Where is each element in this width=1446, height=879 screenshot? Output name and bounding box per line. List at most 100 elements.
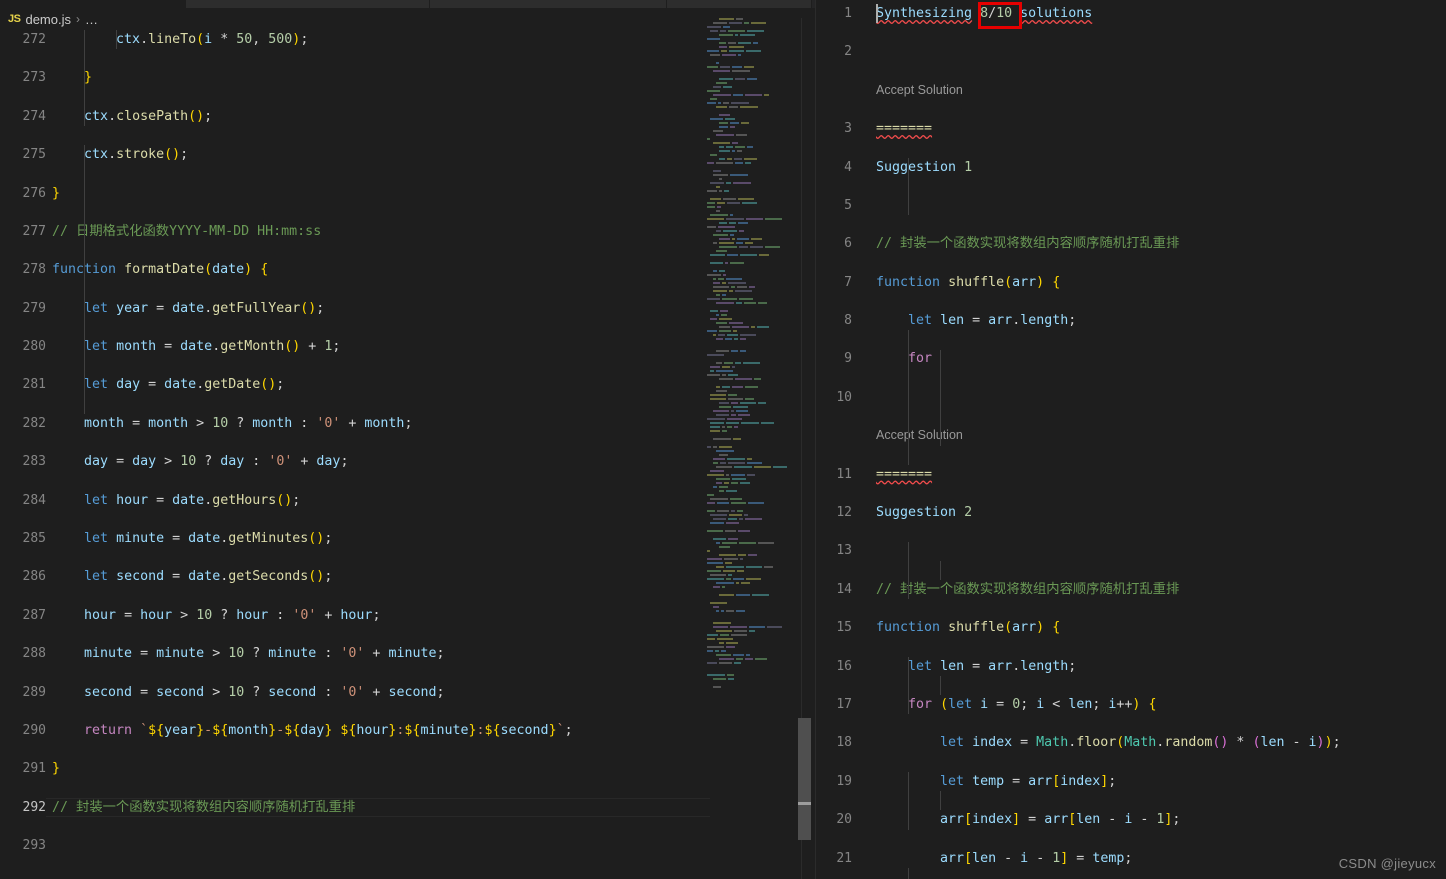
code-line[interactable]: 8 let len = arr.length; [816, 311, 1446, 330]
line-content[interactable]: ======= [876, 465, 932, 484]
code-line[interactable]: 277 // 日期格式化函数YYYY-MM-DD HH:mm:ss [0, 222, 815, 241]
code-line[interactable]: 279 let year = date.getFullYear(); [0, 299, 815, 318]
code-line[interactable]: 275 ctx.stroke(); [0, 145, 815, 164]
line-content[interactable]: Synthesizing 8/10 solutions [876, 4, 1092, 23]
code-line[interactable]: 276} [0, 184, 815, 203]
line-content[interactable]: // 封装一个函数实现将数组内容顺序随机打乱重排 [876, 234, 1179, 253]
code-line[interactable]: 6 // 封装一个函数实现将数组内容顺序随机打乱重排 [816, 234, 1446, 253]
code-line[interactable]: 287 hour = hour > 10 ? hour : '0' + hour… [0, 606, 815, 625]
editor-tab-1[interactable] [186, 0, 430, 8]
editor-tab-2[interactable] [430, 0, 667, 8]
line-content[interactable]: // 日期格式化函数YYYY-MM-DD HH:mm:ss [52, 222, 321, 241]
line-content[interactable]: ctx.closePath(); [52, 107, 212, 126]
minimap-line [707, 86, 793, 89]
line-content[interactable]: function shuffle(arr) { [876, 618, 1060, 637]
line-content[interactable]: for [876, 349, 932, 368]
breadcrumb[interactable]: JS demo.js › … [0, 8, 815, 30]
code-line[interactable]: 18 let index = Math.floor(Math.random() … [816, 733, 1446, 752]
code-line[interactable]: 16 let len = arr.length; [816, 657, 1446, 676]
line-content[interactable]: let minute = date.getMinutes(); [52, 529, 332, 548]
line-content[interactable]: return `${year}-${month}-${day} ${hour}:… [52, 721, 573, 740]
line-content[interactable]: } [52, 184, 60, 203]
line-content[interactable]: let len = arr.length; [876, 657, 1076, 676]
code-line[interactable]: 7 function shuffle(arr) { [816, 273, 1446, 292]
code-line[interactable]: 285 let minute = date.getMinutes(); [0, 529, 815, 548]
line-content[interactable]: } [52, 759, 60, 778]
code-line[interactable]: 3 ======= [816, 119, 1446, 138]
code-line[interactable]: 1 Synthesizing 8/10 solutions [816, 4, 1446, 23]
minimap-line [707, 530, 793, 533]
line-content[interactable]: let day = date.getDate(); [52, 375, 284, 394]
line-content[interactable]: ======= [876, 119, 932, 138]
code-line[interactable]: 4 Suggestion 1 [816, 158, 1446, 177]
minimap-line [707, 510, 793, 513]
minimap[interactable] [707, 18, 793, 879]
line-content[interactable]: // 封装一个函数实现将数组内容顺序随机打乱重排 [52, 798, 355, 817]
accept-solution-link[interactable]: Accept Solution [876, 426, 963, 445]
minimap-line [707, 642, 793, 645]
editor-tab-0[interactable] [0, 0, 186, 8]
line-content[interactable]: let second = date.getSeconds(); [52, 567, 332, 586]
code-line[interactable]: 283 day = day > 10 ? day : '0' + day; [0, 452, 815, 471]
line-content[interactable]: ctx.lineTo(i * 50, 500); [52, 30, 308, 49]
line-content[interactable]: let year = date.getFullYear(); [52, 299, 324, 318]
code-line[interactable]: 281 let day = date.getDate(); [0, 375, 815, 394]
code-line[interactable]: 273 } [0, 68, 815, 87]
line-content[interactable]: let index = Math.floor(Math.random() * (… [876, 733, 1341, 752]
line-content[interactable]: arr[index] = arr[len - i - 1]; [876, 810, 1180, 829]
code-line[interactable]: 286 let second = date.getSeconds(); [0, 567, 815, 586]
code-line[interactable]: 13 [816, 541, 1446, 560]
left-code-area[interactable]: 272 ctx.lineTo(i * 50, 500); 273 } 274 ctx… [0, 30, 815, 879]
line-content[interactable]: Suggestion 1 [876, 158, 972, 177]
line-content[interactable]: hour = hour > 10 ? hour : '0' + hour; [52, 606, 380, 625]
code-line[interactable]: 284 let hour = date.getHours(); [0, 491, 815, 510]
minimap-line [707, 442, 793, 445]
code-line[interactable]: 19 let temp = arr[index]; [816, 772, 1446, 791]
code-line[interactable]: 278function formatDate(date) { [0, 260, 815, 279]
line-number: 8 [844, 313, 852, 329]
line-content[interactable]: for (let i = 0; i < len; i++) { [876, 695, 1156, 714]
editor-tab-3[interactable] [667, 0, 812, 8]
code-line[interactable]: 272 ctx.lineTo(i * 50, 500); [0, 30, 815, 49]
line-content[interactable]: function shuffle(arr) { [876, 273, 1060, 292]
code-line[interactable]: 10 [816, 388, 1446, 407]
line-content[interactable]: arr[len - i - 1] = temp; [876, 849, 1132, 868]
code-line[interactable]: 17 for (let i = 0; i < len; i++) { [816, 695, 1446, 714]
code-line[interactable]: 5 [816, 196, 1446, 215]
line-content[interactable]: minute = minute > 10 ? minute : '0' + mi… [52, 644, 444, 663]
code-line[interactable]: 14 // 封装一个函数实现将数组内容顺序随机打乱重排 [816, 580, 1446, 599]
line-content[interactable]: let hour = date.getHours(); [52, 491, 300, 510]
code-line[interactable]: 288 minute = minute > 10 ? minute : '0' … [0, 644, 815, 663]
line-content[interactable]: // 封装一个函数实现将数组内容顺序随机打乱重排 [876, 580, 1179, 599]
left-scrollbar-thumb[interactable] [798, 718, 811, 840]
line-content[interactable]: let len = arr.length; [876, 311, 1076, 330]
accept-solution-link[interactable]: Accept Solution [876, 81, 963, 100]
code-line[interactable]: 280 let month = date.getMonth() + 1; [0, 337, 815, 356]
code-line[interactable]: 291} [0, 759, 815, 778]
line-content[interactable]: Suggestion 2 [876, 503, 972, 522]
line-content[interactable]: let temp = arr[index]; [876, 772, 1116, 791]
code-line[interactable]: 274 ctx.closePath(); [0, 107, 815, 126]
code-line[interactable]: 11 ======= [816, 465, 1446, 484]
code-line[interactable]: 293 [0, 836, 815, 855]
code-line[interactable]: 12 Suggestion 2 [816, 503, 1446, 522]
code-line[interactable]: 15 function shuffle(arr) { [816, 618, 1446, 637]
code-line[interactable]: 292 // 封装一个函数实现将数组内容顺序随机打乱重排 [0, 797, 815, 817]
right-code-area[interactable]: 1 Synthesizing 8/10 solutions 2 Accept Solu… [816, 0, 1446, 879]
breadcrumb-overflow[interactable]: … [85, 12, 98, 27]
line-content[interactable]: } [52, 68, 92, 87]
code-line[interactable]: 20 arr[index] = arr[len - i - 1]; [816, 810, 1446, 829]
code-line[interactable]: 289 second = second > 10 ? second : '0' … [0, 683, 815, 702]
line-content[interactable]: second = second > 10 ? second : '0' + se… [52, 683, 444, 702]
code-line[interactable]: 9 for [816, 349, 1446, 368]
line-content[interactable]: ctx.stroke(); [52, 145, 188, 164]
minimap-line [707, 190, 793, 193]
line-content[interactable]: let month = date.getMonth() + 1; [52, 337, 340, 356]
code-line[interactable]: 282 month = month > 10 ? month : '0' + m… [0, 414, 815, 433]
line-content[interactable]: day = day > 10 ? day : '0' + day; [52, 452, 348, 471]
code-line[interactable]: 2 [816, 42, 1446, 61]
line-content[interactable]: month = month > 10 ? month : '0' + month… [52, 414, 412, 433]
minimap-line [707, 326, 793, 329]
code-line[interactable]: 290 return `${year}-${month}-${day} ${ho… [0, 721, 815, 740]
breadcrumb-file-name[interactable]: demo.js [25, 12, 71, 27]
